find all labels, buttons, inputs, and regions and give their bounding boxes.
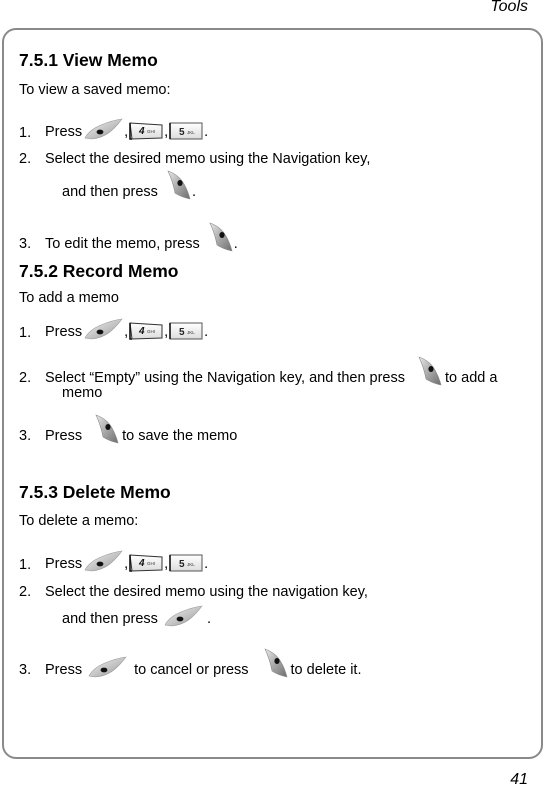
- step-text-middle: to cancel or press: [134, 662, 249, 678]
- separator: ,: [124, 324, 129, 340]
- period: .: [204, 124, 209, 140]
- step-text: Select “Empty” using the Navigation key,…: [45, 370, 406, 386]
- left-soft-key-icon: [163, 605, 203, 627]
- right-soft-key-icon: [262, 648, 288, 678]
- period: .: [191, 184, 196, 200]
- period: .: [204, 324, 209, 340]
- step-number: 2.: [19, 370, 32, 386]
- separator: ,: [124, 556, 129, 572]
- separator: ,: [124, 124, 129, 140]
- step-text: Press: [45, 124, 83, 140]
- running-head-title: Tools: [490, 0, 528, 15]
- section-heading-record-memo: 7.5.2 Record Memo: [19, 261, 179, 281]
- step-text-continued: and then press: [62, 184, 158, 200]
- step-number: 2.: [19, 151, 32, 167]
- step-text: Press: [45, 662, 83, 678]
- step-text: To edit the memo, press: [45, 236, 200, 252]
- key-5-jkl-icon: [169, 554, 203, 572]
- key-5-jkl-icon: [169, 322, 203, 340]
- separator: ,: [164, 556, 169, 572]
- step-number: 3.: [19, 428, 32, 444]
- section-heading-delete-memo: 7.5.3 Delete Memo: [19, 482, 171, 502]
- step-number: 3.: [19, 662, 32, 678]
- step-number: 1.: [19, 325, 32, 341]
- right-soft-key-icon: [207, 222, 233, 252]
- step-text: Press: [45, 556, 83, 572]
- left-soft-key-icon: [83, 118, 123, 140]
- step-text-after-icon: to add a: [445, 370, 498, 386]
- right-soft-key-icon: [93, 414, 119, 444]
- step-text-continued: and then press: [62, 611, 158, 627]
- section-intro: To delete a memo:: [19, 513, 139, 529]
- step-number: 1.: [19, 125, 32, 141]
- page-number: 41: [510, 771, 528, 788]
- left-soft-key-icon: [87, 656, 127, 678]
- right-soft-key-icon: [416, 356, 442, 386]
- left-soft-key-icon: [83, 550, 123, 572]
- section-intro: To add a memo: [19, 290, 119, 306]
- period: .: [204, 556, 209, 572]
- step-number: 2.: [19, 584, 32, 600]
- step-text: Select the desired memo using the naviga…: [45, 584, 368, 600]
- step-number: 1.: [19, 557, 32, 573]
- step-number: 3.: [19, 236, 32, 252]
- step-text-after-icon: to save the memo: [122, 428, 238, 444]
- right-soft-key-icon: [165, 170, 191, 200]
- step-text-after-icon: to delete it.: [290, 662, 362, 678]
- key-5-jkl-icon: [169, 122, 203, 140]
- separator: ,: [164, 324, 169, 340]
- period: .: [206, 611, 211, 627]
- step-text-continued: memo: [62, 385, 103, 401]
- key-4-ghi-icon: [129, 122, 163, 140]
- step-text: Select the desired memo using the Naviga…: [45, 151, 371, 167]
- separator: ,: [164, 124, 169, 140]
- section-intro: To view a saved memo:: [19, 82, 171, 98]
- key-4-ghi-icon: [129, 554, 163, 572]
- step-text: Press: [45, 324, 83, 340]
- period: .: [233, 236, 238, 252]
- left-soft-key-icon: [83, 318, 123, 340]
- step-text: Press: [45, 428, 83, 444]
- section-heading-view-memo: 7.5.1 View Memo: [19, 50, 158, 70]
- key-4-ghi-icon: [129, 322, 163, 340]
